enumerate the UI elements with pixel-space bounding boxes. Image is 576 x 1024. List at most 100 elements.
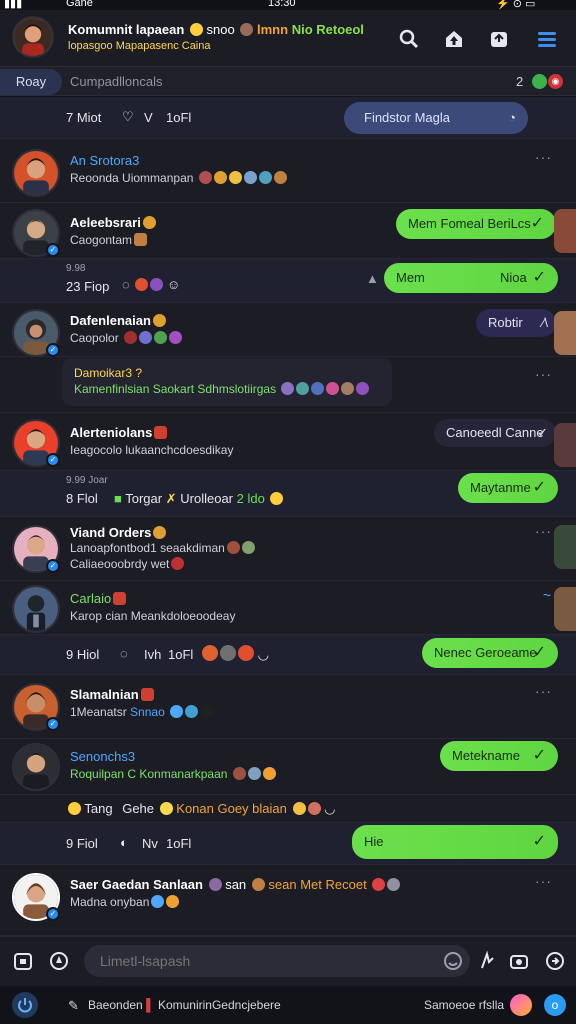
- find-button[interactable]: Findstor Magla ◔: [344, 102, 528, 134]
- quote-title: Damoikar3 ?: [74, 366, 143, 380]
- list-item[interactable]: ✓ Dafenlenaian Caopolor Robtir ⁄\: [0, 303, 576, 357]
- more-icon[interactable]: ···: [535, 683, 552, 699]
- avatar: [554, 209, 576, 253]
- menu-icon[interactable]: [536, 28, 558, 50]
- list-item[interactable]: ✓ Saer Gaedan Sanlaan san sean Met Recoe…: [0, 865, 576, 936]
- filter-label[interactable]: Cumpadlloncals: [70, 74, 163, 89]
- reply-bubble[interactable]: Mem Nioa ✓: [384, 263, 558, 293]
- unread-count: 2: [516, 74, 524, 89]
- message-input[interactable]: [84, 945, 470, 977]
- timer-icon: ◌: [120, 646, 128, 661]
- location-icon[interactable]: [48, 950, 70, 972]
- reply-bubble[interactable]: Robtir ⁄\: [476, 309, 556, 337]
- item-meta-3: 1oFl: [166, 836, 192, 851]
- list-item[interactable]: 9.98 23 Fiop ◌ ☺ ▲ Mem Nioa ✓: [0, 259, 576, 303]
- item-meta-2: V: [144, 110, 153, 125]
- list-item[interactable]: 9 Fiol ◐ Nv 1oFl Hie ✓: [0, 823, 576, 865]
- reply-bubble[interactable]: Mem Fomeal BeriLcs ✓: [396, 209, 556, 239]
- avatar[interactable]: [12, 585, 60, 633]
- more-icon[interactable]: ···: [535, 873, 552, 889]
- tab-today[interactable]: Roay: [0, 69, 62, 95]
- item-meta-2: Ivh: [144, 647, 162, 662]
- avatar[interactable]: [12, 149, 60, 197]
- list-item[interactable]: An Srotora3 Reoonda Uiommanpan ···: [0, 139, 576, 203]
- list-item[interactable]: ✓ Aeleebsrari Caogontam Mem Fomeal BeriL…: [0, 203, 576, 259]
- reply-bubble[interactable]: Metekname ✓: [440, 741, 558, 771]
- avatar: [554, 311, 576, 355]
- avatar: [554, 587, 576, 631]
- more-icon[interactable]: ~: [543, 587, 552, 603]
- message-composer: [0, 936, 576, 986]
- smile-emoji-icon: [189, 23, 203, 36]
- verified-badge-icon: ✓: [46, 343, 60, 357]
- list-item[interactable]: 9 Hiol ◌ Ivh 1oFl ◡ Nenec Geroeame ✓: [0, 635, 576, 675]
- message-preview: Karop cian Meankdoloeoodeay: [70, 609, 236, 623]
- emoji-icon[interactable]: [442, 950, 464, 972]
- more-icon[interactable]: ···: [535, 523, 552, 539]
- list-item[interactable]: 7 Miot ♡ V 1oFl Findstor Magla ◔: [0, 97, 576, 139]
- contact-name: Slamalnian: [70, 687, 154, 702]
- list-item[interactable]: ✓ Viand Orders Lanoapfontbod1 seaakdiman…: [0, 517, 576, 581]
- item-time: 9.98: [66, 263, 86, 274]
- item-meta-2: ■ Torgar ✗ Urolleoar 2 ldo: [114, 491, 284, 507]
- chat-title: Komumnit lapaean snoo lmnn Nio Retoeol: [68, 22, 364, 37]
- contact-name: An Srotora3: [70, 153, 140, 168]
- camera-icon[interactable]: [508, 950, 530, 972]
- reply-bubble[interactable]: Canoeedl Canne ✓: [434, 419, 556, 447]
- list-item[interactable]: ✓ Alerteniolans Ieagocolo lukaanchcdoesd…: [0, 413, 576, 471]
- avatar: [554, 423, 576, 467]
- reply-bubble[interactable]: Hie ✓: [352, 825, 558, 859]
- power-icon[interactable]: [12, 992, 38, 1018]
- clock-icon: ◔: [508, 110, 516, 125]
- quoted-message[interactable]: Damoikar3 ? Kamenfinlsian Saokart Sdhmsl…: [62, 358, 392, 406]
- contact-name: Dafenlenaian: [70, 313, 166, 328]
- item-meta: Tang Gehe Konan Goey blaian ◡: [66, 801, 335, 817]
- list-item[interactable]: Carlaio Karop cian Meankdoloeoodeay ~: [0, 581, 576, 635]
- list-item[interactable]: Senonchs3 Roquilpan C Konmanarkpaan Mete…: [0, 739, 576, 795]
- item-time: 9.99 Joar: [66, 475, 108, 486]
- pen-icon: ✎: [68, 998, 79, 1013]
- reply-bubble[interactable]: Nenec Geroeame ✓: [422, 638, 558, 668]
- avatar[interactable]: [12, 743, 60, 791]
- carrier-label: Gane: [66, 0, 93, 9]
- list-item[interactable]: 9.99 Joar 8 Flol ■ Torgar ✗ Urolleoar 2 …: [0, 471, 576, 517]
- assistant-icon[interactable]: o: [544, 994, 566, 1016]
- attach-icon[interactable]: [12, 950, 34, 972]
- footer-right-label: Samoeoe rfslla: [424, 998, 505, 1012]
- quote-body: Kamenfinlsian Saokart Sdhmslotiirgas: [74, 382, 370, 396]
- item-meta: 9 Hiol: [66, 647, 100, 662]
- contact-name: Saer Gaedan Sanlaan san sean Met Recoet: [70, 877, 401, 892]
- message-preview: Madna onyban: [70, 895, 180, 909]
- more-icon[interactable]: ···: [535, 149, 552, 165]
- list-item[interactable]: Tang Gehe Konan Goey blaian ◡: [0, 795, 576, 823]
- gesture-icon[interactable]: [476, 950, 498, 972]
- contact-name: Alerteniolans: [70, 425, 168, 440]
- search-icon[interactable]: [398, 28, 420, 50]
- list-item[interactable]: ✓ Slamalnian 1Meanatsr Snnao ···: [0, 675, 576, 739]
- contact-name: Carlaio: [70, 591, 127, 606]
- contact-name: Aeleebsrari: [70, 215, 156, 230]
- item-meta-2: Nv: [142, 836, 158, 851]
- verified-badge-icon: ✓: [46, 907, 60, 921]
- skull-emoji-icon: [240, 23, 254, 36]
- item-meta: 7 Miot: [66, 110, 102, 125]
- status-icons: ◌ ☺: [122, 277, 181, 292]
- item-meta-3: 1oFl: [168, 647, 194, 662]
- avatar[interactable]: [12, 16, 54, 58]
- message-preview: 1Meanatsr Snnao: [70, 705, 214, 719]
- chat-header: Komumnit lapaean snoo lmnn Nio Retoeol l…: [0, 10, 576, 66]
- more-icon[interactable]: ···: [535, 366, 552, 382]
- send-icon[interactable]: [544, 950, 566, 972]
- sticker-icon[interactable]: [510, 994, 532, 1016]
- find-button-label: Findstor Magla: [364, 110, 450, 125]
- half-moon-icon: ◐: [120, 835, 128, 850]
- contact-name: Senonchs3: [70, 749, 136, 764]
- inbox-icon[interactable]: [488, 28, 510, 50]
- contact-name: Viand Orders: [70, 525, 167, 540]
- message-preview-2: Caliaeooobrdy wet: [70, 557, 185, 571]
- item-meta-3: 1oFl: [166, 110, 192, 125]
- upload-icon[interactable]: [443, 28, 465, 50]
- reply-bubble[interactable]: Maytanme ✓: [458, 473, 558, 503]
- clock: 13:30: [268, 0, 296, 9]
- message-preview: Ieagocolo lukaanchcdoesdikay: [70, 443, 234, 457]
